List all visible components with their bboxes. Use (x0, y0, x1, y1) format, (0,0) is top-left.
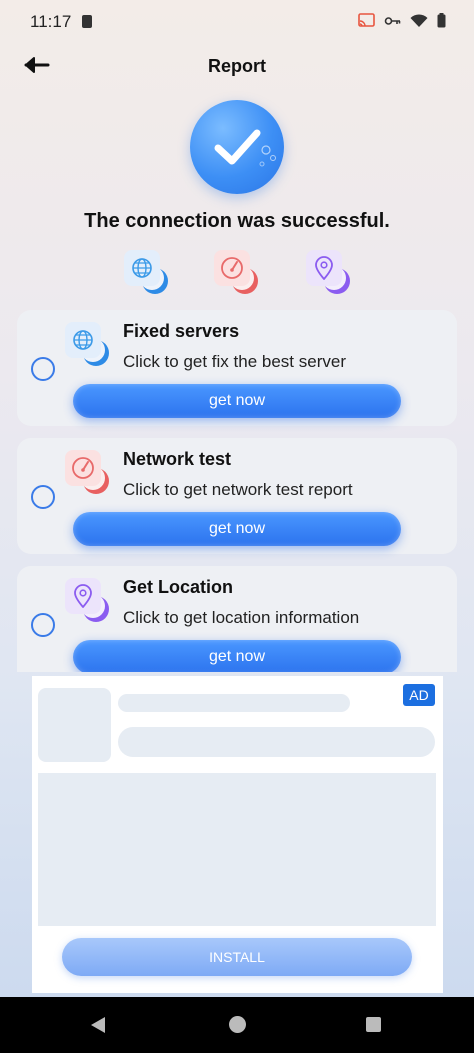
checkmark-icon (214, 129, 276, 167)
card-get-location: Get Location Click to get location infor… (17, 566, 457, 672)
speedometer-icon (212, 248, 260, 296)
card-title: Get Location (123, 577, 234, 597)
get-now-button[interactable]: get now (73, 512, 401, 546)
ad-badge: AD (403, 684, 435, 706)
feature-icons-row (0, 248, 474, 300)
card-description: Click to get location information (123, 608, 360, 627)
status-icons (358, 13, 446, 28)
system-nav-bar (0, 997, 474, 1053)
status-bar: 11:17 (0, 0, 474, 44)
radio-network-test[interactable] (31, 485, 55, 509)
nav-back-icon[interactable] (91, 1017, 105, 1033)
battery-icon (437, 13, 446, 28)
card-title: Fixed servers (123, 321, 240, 341)
get-now-button[interactable]: get now (73, 640, 401, 672)
speedometer-icon (63, 448, 111, 496)
cast-icon (358, 13, 375, 27)
ad-title-placeholder (118, 694, 350, 712)
ad-image-placeholder (38, 688, 111, 762)
card-network-test: Network test Click to get network test r… (17, 438, 457, 554)
ad-subtitle-placeholder (118, 727, 435, 757)
vpn-key-icon (384, 16, 401, 25)
ad-media-placeholder (38, 773, 436, 926)
card-description: Click to get network test report (123, 480, 353, 499)
card-description: Click to get fix the best server (123, 352, 346, 371)
location-pin-icon (63, 576, 111, 624)
header: Report (0, 44, 474, 88)
globe-icon (63, 320, 111, 368)
status-time: 11:17 (30, 12, 72, 31)
radio-fixed-servers[interactable] (31, 357, 55, 381)
nav-recents-icon[interactable] (366, 1017, 381, 1032)
ad-panel[interactable]: AD INSTALL (32, 676, 443, 993)
install-button[interactable]: INSTALL (62, 938, 412, 976)
check-circle (190, 100, 284, 194)
get-now-button[interactable]: get now (73, 384, 401, 418)
page-title: Report (208, 56, 266, 76)
wifi-icon (410, 13, 428, 27)
success-message: The connection was successful. (84, 210, 390, 232)
radio-get-location[interactable] (31, 613, 55, 637)
nav-home-icon[interactable] (229, 1016, 246, 1033)
success-check (190, 100, 284, 194)
card-title: Network test (123, 449, 232, 469)
sim-card-icon (82, 15, 92, 28)
card-fixed-servers: Fixed servers Click to get fix the best … (17, 310, 457, 426)
globe-icon (122, 248, 170, 296)
location-pin-icon (304, 248, 352, 296)
